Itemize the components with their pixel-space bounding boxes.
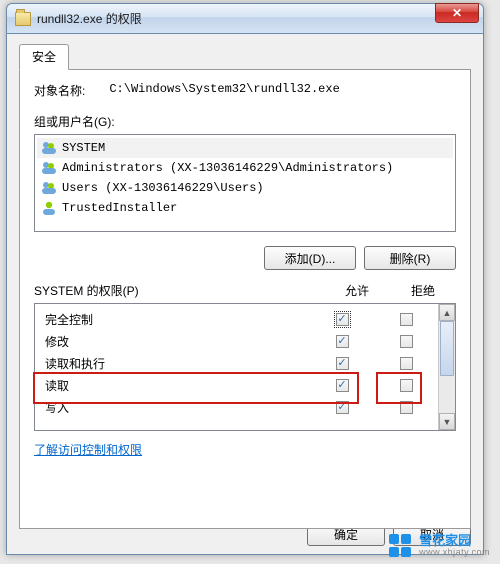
list-item[interactable]: Users (XX-13036146229\Users) (37, 178, 453, 198)
users-icon (41, 140, 57, 156)
permissions-title: SYSTEM 的权限(P) (34, 282, 324, 299)
add-button[interactable]: 添加(D)... (264, 246, 356, 270)
list-item[interactable]: SYSTEM (37, 138, 453, 158)
object-name-row: 对象名称: C:\Windows\System32\rundll32.exe (34, 82, 456, 99)
object-name-value: C:\Windows\System32\rundll32.exe (109, 82, 339, 99)
principal-name: TrustedInstaller (62, 201, 177, 215)
scrollbar[interactable]: ▲ ▼ (438, 304, 455, 430)
tab-security[interactable]: 安全 (19, 44, 69, 70)
scroll-up-button[interactable]: ▲ (439, 304, 455, 321)
deny-checkbox[interactable] (400, 357, 413, 370)
tab-page-security: 对象名称: C:\Windows\System32\rundll32.exe 组… (19, 69, 471, 529)
allow-checkbox[interactable]: ✓ (336, 357, 349, 370)
list-item[interactable]: TrustedInstaller (37, 198, 453, 218)
deny-checkbox[interactable] (400, 335, 413, 348)
titlebar[interactable]: rundll32.exe 的权限 ✕ (7, 4, 483, 34)
principal-name: Users (XX-13036146229\Users) (62, 181, 264, 195)
users-icon (41, 180, 57, 196)
principal-name: Administrators (XX-13036146229\Administr… (62, 161, 393, 175)
permission-name: 写入 (35, 399, 310, 416)
list-item[interactable]: Administrators (XX-13036146229\Administr… (37, 158, 453, 178)
principals-label: 组或用户名(G): (34, 113, 456, 130)
permission-row: 读取和执行 ✓ (35, 352, 438, 374)
permission-row: 修改 ✓ (35, 330, 438, 352)
permission-row: 读取 ✓ (35, 374, 438, 396)
deny-checkbox[interactable] (400, 401, 413, 414)
deny-checkbox[interactable] (400, 379, 413, 392)
users-icon (41, 160, 57, 176)
close-icon: ✕ (452, 6, 462, 20)
permission-name: 读取 (35, 377, 310, 394)
watermark: 雪花家园 www.xhjaty.com (389, 534, 490, 558)
permission-row: 完全控制 ✓ (35, 308, 438, 330)
principal-name: SYSTEM (62, 141, 105, 155)
folder-icon (15, 12, 31, 26)
allow-header: 允许 (324, 282, 390, 299)
user-icon (41, 200, 57, 216)
watermark-url: www.xhjaty.com (419, 548, 490, 558)
deny-checkbox[interactable] (400, 313, 413, 326)
learn-more-link[interactable]: 了解访问控制和权限 (34, 441, 142, 458)
allow-checkbox[interactable]: ✓ (336, 335, 349, 348)
permission-name: 完全控制 (35, 311, 310, 328)
close-button[interactable]: ✕ (435, 3, 479, 23)
window-title: rundll32.exe 的权限 (37, 10, 435, 27)
snowflake-logo-icon (389, 534, 413, 558)
object-name-label: 对象名称: (34, 82, 85, 99)
permission-name: 修改 (35, 333, 310, 350)
tabstrip: 安全 (19, 44, 471, 70)
permissions-header: SYSTEM 的权限(P) 允许 拒绝 (34, 282, 456, 299)
scroll-down-button[interactable]: ▼ (439, 413, 455, 430)
permissions-listbox: 完全控制 ✓ 修改 ✓ 读取和执行 ✓ 读取 (34, 303, 456, 431)
allow-checkbox[interactable]: ✓ (336, 401, 349, 414)
permission-row: 写入 ✓ (35, 396, 438, 418)
scroll-track[interactable] (439, 321, 455, 413)
client-area: 安全 对象名称: C:\Windows\System32\rundll32.ex… (7, 34, 483, 539)
scroll-thumb[interactable] (440, 321, 454, 376)
allow-checkbox[interactable]: ✓ (336, 313, 349, 326)
remove-button[interactable]: 删除(R) (364, 246, 456, 270)
principals-listbox[interactable]: SYSTEM Administrators (XX-13036146229\Ad… (34, 134, 456, 232)
allow-checkbox[interactable]: ✓ (336, 379, 349, 392)
deny-header: 拒绝 (390, 282, 456, 299)
permissions-dialog: rundll32.exe 的权限 ✕ 安全 对象名称: C:\Windows\S… (6, 3, 484, 555)
permission-name: 读取和执行 (35, 355, 310, 372)
watermark-brand: 雪花家园 (419, 534, 490, 548)
principal-buttons: 添加(D)... 删除(R) (34, 246, 456, 270)
